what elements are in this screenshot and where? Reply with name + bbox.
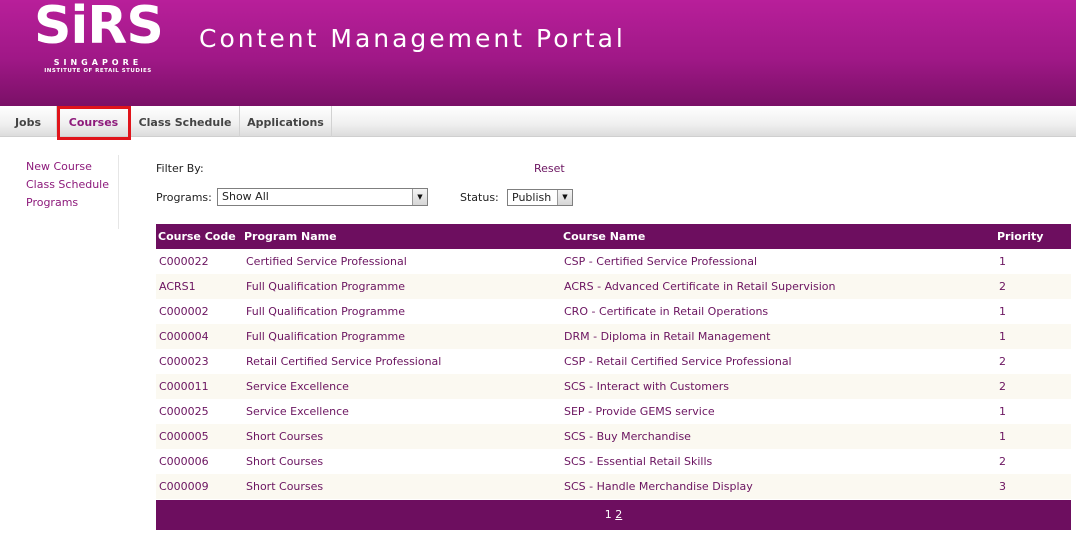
- status-select[interactable]: Publish ▼: [507, 189, 573, 206]
- sidebar-item-programs[interactable]: Programs: [26, 194, 118, 212]
- status-select-value: Publish: [512, 191, 552, 204]
- cell-priority: 2: [999, 380, 1006, 393]
- table-row[interactable]: C000005 Short Courses SCS - Buy Merchand…: [156, 424, 1071, 449]
- cell-course-name[interactable]: CRO - Certificate in Retail Operations: [564, 299, 768, 324]
- page-link-2[interactable]: 2: [615, 508, 622, 521]
- cell-priority: 1: [999, 255, 1006, 268]
- cell-priority: 1: [999, 430, 1006, 443]
- column-header-course-name[interactable]: Course Name: [563, 224, 645, 249]
- table-row[interactable]: C000009 Short Courses SCS - Handle Merch…: [156, 474, 1071, 499]
- main-tab-bar: Jobs Courses Class Schedule Applications: [0, 106, 1076, 137]
- table-row[interactable]: C000011 Service Excellence SCS - Interac…: [156, 374, 1071, 399]
- cell-program-name[interactable]: Full Qualification Programme: [246, 324, 405, 349]
- cell-priority: 2: [999, 455, 1006, 468]
- programs-select-value: Show All: [222, 190, 269, 203]
- programs-label: Programs:: [156, 191, 212, 204]
- cell-course-code[interactable]: C000005: [159, 424, 209, 449]
- table-row[interactable]: C000023 Retail Certified Service Profess…: [156, 349, 1071, 374]
- table-header-row: Course Code Program Name Course Name Pri…: [156, 224, 1071, 249]
- cell-course-name[interactable]: CSP - Retail Certified Service Professio…: [564, 349, 792, 374]
- table-row[interactable]: C000002 Full Qualification Programme CRO…: [156, 299, 1071, 324]
- sidebar-item-new-course[interactable]: New Course: [26, 158, 118, 176]
- logo-subtitle-country: SINGAPORE: [53, 58, 143, 67]
- active-tab-highlight: [57, 106, 131, 140]
- logo-subtitle-institute: INSTITUTE OF RETAIL STUDIES: [44, 68, 152, 74]
- cell-program-name[interactable]: Short Courses: [246, 424, 323, 449]
- cell-program-name[interactable]: Retail Certified Service Professional: [246, 349, 441, 374]
- cell-course-name[interactable]: SEP - Provide GEMS service: [564, 399, 715, 424]
- programs-select[interactable]: Show All ▼: [217, 188, 428, 206]
- table-row[interactable]: C000006 Short Courses SCS - Essential Re…: [156, 449, 1071, 474]
- cell-course-code[interactable]: C000002: [159, 299, 209, 324]
- column-header-priority[interactable]: Priority: [997, 224, 1043, 249]
- tab-applications[interactable]: Applications: [240, 106, 332, 137]
- sidebar-item-class-schedule[interactable]: Class Schedule: [26, 176, 118, 194]
- cell-program-name[interactable]: Short Courses: [246, 449, 323, 474]
- cell-program-name[interactable]: Service Excellence: [246, 374, 349, 399]
- cell-program-name[interactable]: Full Qualification Programme: [246, 299, 405, 324]
- page-title: Content Management Portal: [199, 24, 626, 53]
- cell-course-code[interactable]: C000025: [159, 399, 209, 424]
- cell-course-code[interactable]: C000009: [159, 474, 209, 499]
- cell-priority: 2: [999, 355, 1006, 368]
- table-row[interactable]: C000004 Full Qualification Programme DRM…: [156, 324, 1071, 349]
- table-row[interactable]: C000022 Certified Service Professional C…: [156, 249, 1071, 274]
- status-label: Status:: [460, 191, 499, 204]
- table-row[interactable]: C000025 Service Excellence SEP - Provide…: [156, 399, 1071, 424]
- cell-course-code[interactable]: C000006: [159, 449, 209, 474]
- cell-course-name[interactable]: SCS - Buy Merchandise: [564, 424, 691, 449]
- cell-course-name[interactable]: SCS - Essential Retail Skills: [564, 449, 712, 474]
- cell-course-code[interactable]: C000023: [159, 349, 209, 374]
- cell-course-code[interactable]: ACRS1: [159, 274, 196, 299]
- cell-course-name[interactable]: CSP - Certified Service Professional: [564, 249, 757, 274]
- pagination-bar: 1 2: [156, 500, 1071, 530]
- sidebar: New Course Class Schedule Programs: [17, 155, 119, 229]
- cell-program-name[interactable]: Full Qualification Programme: [246, 274, 405, 299]
- chevron-down-icon[interactable]: ▼: [412, 189, 427, 205]
- cell-course-name[interactable]: SCS - Handle Merchandise Display: [564, 474, 753, 499]
- tab-jobs[interactable]: Jobs: [0, 106, 57, 137]
- logo-text: SiRS: [34, 0, 164, 56]
- cell-course-code[interactable]: C000022: [159, 249, 209, 274]
- chevron-down-icon[interactable]: ▼: [557, 190, 572, 205]
- cell-course-code[interactable]: C000004: [159, 324, 209, 349]
- cell-priority: 3: [999, 480, 1006, 493]
- table-row[interactable]: ACRS1 Full Qualification Programme ACRS …: [156, 274, 1071, 299]
- cell-priority: 1: [999, 305, 1006, 318]
- cell-program-name[interactable]: Service Excellence: [246, 399, 349, 424]
- cell-course-code[interactable]: C000011: [159, 374, 209, 399]
- cell-priority: 2: [999, 280, 1006, 293]
- cell-program-name[interactable]: Short Courses: [246, 474, 323, 499]
- filter-by-label: Filter By:: [156, 162, 204, 175]
- cell-priority: 1: [999, 405, 1006, 418]
- reset-link[interactable]: Reset: [534, 162, 565, 175]
- header-banner: SiRS SINGAPORE INSTITUTE OF RETAIL STUDI…: [0, 0, 1076, 106]
- cell-program-name[interactable]: Certified Service Professional: [246, 249, 407, 274]
- cell-course-name[interactable]: ACRS - Advanced Certificate in Retail Su…: [564, 274, 835, 299]
- sirs-logo: SiRS SINGAPORE INSTITUTE OF RETAIL STUDI…: [28, 0, 168, 78]
- column-header-course-code[interactable]: Course Code: [158, 224, 236, 249]
- column-header-program-name[interactable]: Program Name: [244, 224, 337, 249]
- tab-class-schedule[interactable]: Class Schedule: [131, 106, 240, 137]
- cell-priority: 1: [999, 330, 1006, 343]
- cell-course-name[interactable]: DRM - Diploma in Retail Management: [564, 324, 770, 349]
- page-current: 1: [604, 508, 612, 521]
- cell-course-name[interactable]: SCS - Interact with Customers: [564, 374, 729, 399]
